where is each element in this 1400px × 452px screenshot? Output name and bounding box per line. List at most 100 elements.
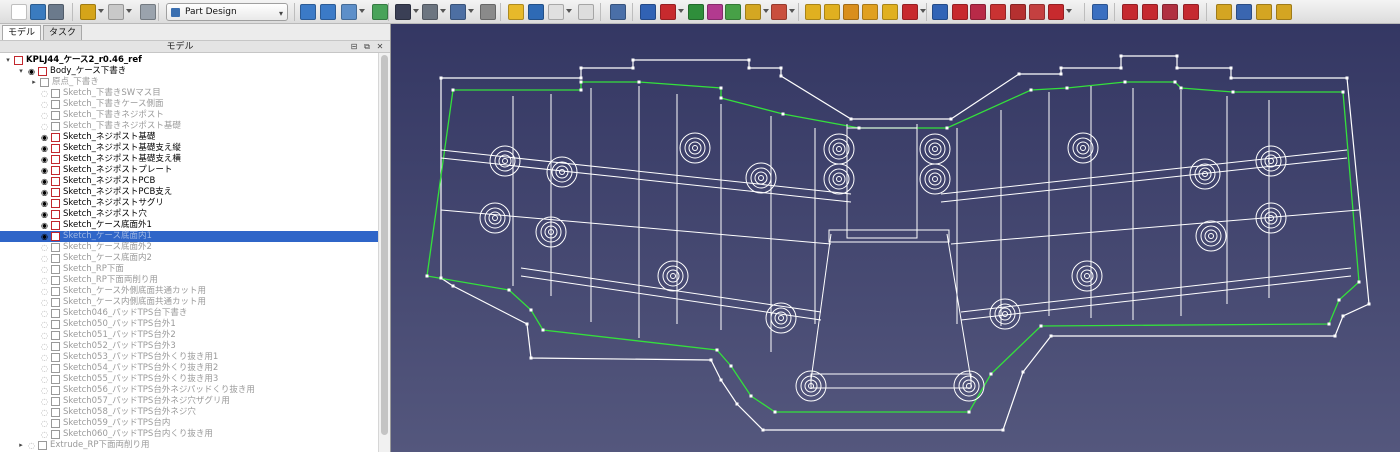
hidden-eye-icon[interactable]: ◌	[40, 430, 49, 439]
hidden-eye-icon[interactable]: ◌	[40, 100, 49, 109]
tree-item[interactable]: ◌ Sketch056_パッドTPS台外ネジパッドくり抜き用	[0, 385, 378, 396]
additive-pipe-icon[interactable]	[862, 4, 878, 20]
validate-sketch-icon[interactable]	[688, 4, 704, 20]
bounding-box-icon[interactable]	[372, 4, 388, 20]
tree-item[interactable]: ▸ ◌ Extrude_RP下面両削り用	[0, 440, 378, 451]
workbench-selector[interactable]: Part Design ▾	[166, 3, 288, 21]
tree-item[interactable]: ◉ Sketch_ネジポスト基礎支え縦	[0, 143, 378, 154]
hidden-eye-icon[interactable]: ◌	[40, 309, 49, 318]
tab-task[interactable]: タスク	[43, 25, 83, 40]
visibility-eye-icon[interactable]: ◉	[40, 133, 49, 142]
tab-model[interactable]: モデル	[2, 25, 42, 40]
visibility-eye-icon[interactable]: ◉	[40, 188, 49, 197]
subtractive-pipe-icon[interactable]	[1010, 4, 1026, 20]
hidden-eye-icon[interactable]: ◌	[40, 408, 49, 417]
tree-item[interactable]: ◉ Sketch_ネジポスト基礎支え横	[0, 154, 378, 165]
tree-item[interactable]: ◌ Sketch053_パッドTPS台外くり抜き用1	[0, 352, 378, 363]
hidden-eye-icon[interactable]: ◌	[40, 265, 49, 274]
additive-helix-icon[interactable]	[882, 4, 898, 20]
additive-primitive-icon[interactable]	[902, 4, 918, 20]
tree-item[interactable]: ◌ Sketch_RP下面両削り用	[0, 275, 378, 286]
fillet-icon[interactable]	[1122, 4, 1138, 20]
macro-icon[interactable]	[578, 4, 594, 20]
expand-arrow-icon[interactable]: ▾	[17, 66, 25, 77]
zoom-selection-icon[interactable]	[320, 4, 336, 20]
measure-icon[interactable]	[450, 4, 466, 20]
hidden-eye-icon[interactable]: ◌	[40, 353, 49, 362]
hidden-eye-icon[interactable]: ◌	[40, 419, 49, 428]
tree-item[interactable]: ◌ Sketch_ケース底面内2	[0, 253, 378, 264]
save-icon[interactable]	[48, 4, 64, 20]
3d-viewport[interactable]	[391, 24, 1400, 452]
tree-scrollbar-thumb[interactable]	[381, 55, 388, 435]
close-panel-icon[interactable]: ✕	[375, 42, 385, 52]
view-front-dropdown-icon[interactable]	[440, 9, 446, 15]
hidden-eye-icon[interactable]: ◌	[27, 441, 36, 450]
pocket-icon[interactable]	[932, 4, 948, 20]
polar-pattern-icon[interactable]	[1256, 4, 1272, 20]
pad-icon[interactable]	[805, 4, 821, 20]
mirrored-icon[interactable]	[1092, 4, 1108, 20]
tree-item[interactable]: ◌ Sketch052_パッドTPS台外3	[0, 341, 378, 352]
collapse-arrow-icon[interactable]: ▸	[30, 77, 38, 88]
tree-item[interactable]: ◌ Sketch_ケース内側底面共通カット用	[0, 297, 378, 308]
datum-point-icon[interactable]	[771, 4, 787, 20]
visibility-eye-icon[interactable]: ◉	[40, 177, 49, 186]
tree-item[interactable]: ◉ Sketch_ネジポストサグリ	[0, 198, 378, 209]
restore-panel-icon[interactable]: ⧉	[362, 42, 372, 52]
thickness-icon[interactable]	[1183, 4, 1199, 20]
tree-item[interactable]: ◌ Sketch058_パッドTPS台外ネジ穴	[0, 407, 378, 418]
link-icon[interactable]	[548, 4, 564, 20]
hidden-eye-icon[interactable]: ◌	[40, 111, 49, 120]
subtractive-dropdown-icon[interactable]	[1066, 9, 1072, 15]
tree-item[interactable]: ◌ Sketch_ケース底面外2	[0, 242, 378, 253]
visibility-eye-icon[interactable]: ◉	[40, 199, 49, 208]
tree-item[interactable]: ◌ Sketch050_パッドTPS台外1	[0, 319, 378, 330]
tree-scrollbar[interactable]	[378, 53, 390, 452]
hidden-eye-icon[interactable]: ◌	[40, 320, 49, 329]
new-file-icon[interactable]	[11, 4, 27, 20]
subtractive-primitive-icon[interactable]	[1048, 4, 1064, 20]
datum-point-dropdown-icon[interactable]	[789, 9, 795, 15]
undo-icon[interactable]	[80, 4, 96, 20]
tree-item[interactable]: ◌ Sketch_下書きネジポスト	[0, 110, 378, 121]
float-panel-icon[interactable]: ⊟	[349, 42, 359, 52]
redo-icon[interactable]	[108, 4, 124, 20]
visibility-eye-icon[interactable]: ◉	[40, 210, 49, 219]
tree-item[interactable]: ◌ Sketch057_パッドTPS台外ネジ穴ザグリ用	[0, 396, 378, 407]
folder-icon[interactable]	[528, 4, 544, 20]
tree-item[interactable]: ◌ Sketch059_パッドTPS台内	[0, 418, 378, 429]
visibility-eye-icon[interactable]: ◉	[40, 232, 49, 241]
datum-dropdown-icon[interactable]	[763, 9, 769, 15]
sketch-icon[interactable]	[660, 4, 676, 20]
tree-item[interactable]: ▾ ◉ Body_ケース下書き	[0, 66, 378, 77]
tree-item[interactable]: ◉ Sketch_ネジポストPCB	[0, 176, 378, 187]
datum-plane-icon[interactable]	[745, 4, 761, 20]
view-dropdown-icon[interactable]	[359, 9, 365, 15]
whats-this-icon[interactable]	[610, 4, 626, 20]
tree-item[interactable]: ▸ 原点_下書き	[0, 77, 378, 88]
hidden-eye-icon[interactable]: ◌	[40, 386, 49, 395]
hidden-eye-icon[interactable]: ◌	[40, 276, 49, 285]
tree-item[interactable]: ◌ Sketch054_パッドTPS台外くり抜き用2	[0, 363, 378, 374]
tree-item[interactable]: ◉ Sketch_ネジポストプレート	[0, 165, 378, 176]
visibility-eye-icon[interactable]: ◉	[27, 67, 36, 76]
link-dropdown-icon[interactable]	[566, 9, 572, 15]
tree-item[interactable]: ◉ Sketch_ネジポストPCB支え	[0, 187, 378, 198]
boolean-icon[interactable]	[1216, 4, 1232, 20]
hidden-eye-icon[interactable]: ◌	[40, 89, 49, 98]
hidden-eye-icon[interactable]: ◌	[40, 375, 49, 384]
zoom-fit-icon[interactable]	[300, 4, 316, 20]
draw-style-dropdown-icon[interactable]	[413, 9, 419, 15]
visibility-eye-icon[interactable]: ◉	[40, 166, 49, 175]
tree-item[interactable]: ◉ Sketch_ネジポスト基礎	[0, 132, 378, 143]
chamfer-icon[interactable]	[1142, 4, 1158, 20]
revolution-icon[interactable]	[824, 4, 840, 20]
redo-dropdown-icon[interactable]	[126, 9, 132, 15]
subtractive-loft-icon[interactable]	[990, 4, 1006, 20]
body-icon[interactable]	[640, 4, 656, 20]
multi-transform-icon[interactable]	[1276, 4, 1292, 20]
tree-item[interactable]: ◌ Sketch_ケース外側底面共通カット用	[0, 286, 378, 297]
hidden-eye-icon[interactable]: ◌	[40, 364, 49, 373]
subtractive-helix-icon[interactable]	[1029, 4, 1045, 20]
